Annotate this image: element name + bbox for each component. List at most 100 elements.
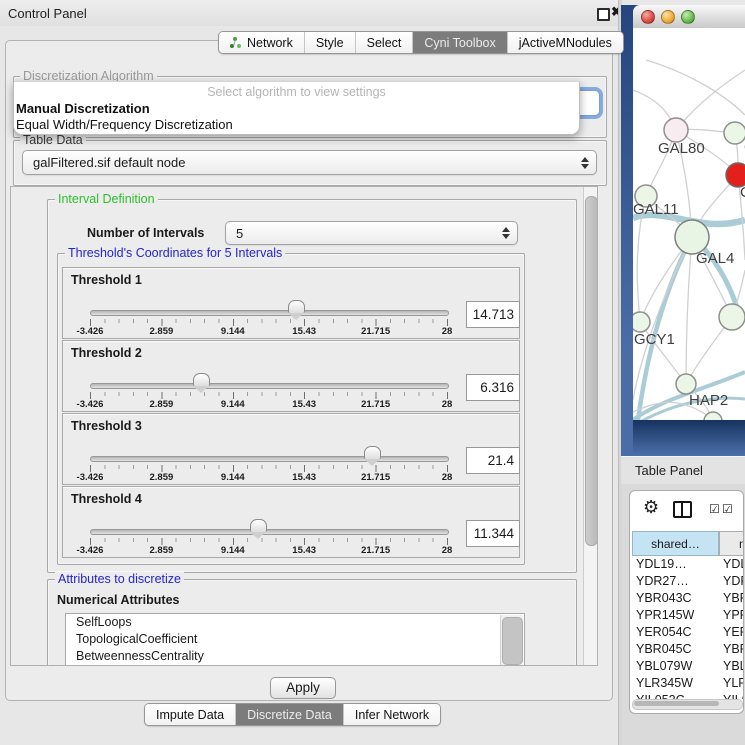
tab-cyni-toolbox[interactable]: Cyni Toolbox xyxy=(412,32,506,53)
gear-icon[interactable]: ⚙ xyxy=(643,497,659,518)
num-intervals-combo[interactable]: 5 xyxy=(225,221,518,245)
network-node-ga[interactable] xyxy=(724,122,745,144)
cell-shared-name[interactable]: YBL079W xyxy=(636,658,718,675)
table-scrollbar-thumb[interactable] xyxy=(634,701,719,706)
table-horizontal-scrollbar[interactable] xyxy=(632,699,743,710)
threshold-value-field[interactable]: 6.316 xyxy=(466,374,520,401)
slider-track[interactable] xyxy=(90,383,449,389)
tab-style[interactable]: Style xyxy=(304,32,355,53)
slider-thumb[interactable] xyxy=(364,446,381,459)
network-canvas[interactable]: GAL80GACGAL11GAL4GCY1HHAP2 xyxy=(633,28,745,420)
network-node-gcy1[interactable] xyxy=(633,312,650,332)
network-node-gal80[interactable] xyxy=(664,118,688,142)
slider-track[interactable] xyxy=(90,310,449,316)
threshold-value-field[interactable]: 11.344 xyxy=(466,520,520,547)
attributes-group-title: Attributes to discretize xyxy=(55,572,184,586)
table-row[interactable]: YBR045C YBR0 xyxy=(632,641,743,658)
cell-shared-name[interactable]: YPR145W xyxy=(636,607,718,624)
minimize-window-icon[interactable] xyxy=(661,10,675,24)
table-row[interactable]: YPR145W YPR1 xyxy=(632,607,743,624)
slider-scale: -3.4262.8599.14415.4321.71528 xyxy=(90,545,447,557)
network-view-window[interactable]: GAL80GACGAL11GAL4GCY1HHAP2 xyxy=(621,5,745,456)
network-node[interactable] xyxy=(704,412,722,420)
control-panel-tabs: NetworkStyle Select Cyni ToolboxjActiveMNo… xyxy=(218,31,624,54)
apply-button[interactable]: Apply xyxy=(270,677,336,699)
slider-thumb[interactable] xyxy=(288,300,305,313)
network-window-titlebar[interactable] xyxy=(633,5,745,29)
list-scrollbar-thumb[interactable] xyxy=(502,617,523,665)
attribute-item-topologicalcoefficient[interactable]: TopologicalCoefficient xyxy=(66,631,524,648)
column-header-name[interactable]: na xyxy=(719,531,744,556)
control-panel-titlebar xyxy=(0,0,618,26)
slider-track[interactable] xyxy=(90,456,449,462)
checkbox-icon[interactable]: ☑ xyxy=(709,502,720,516)
tick-label: 9.144 xyxy=(221,545,245,556)
slider-track[interactable] xyxy=(90,529,449,535)
settings-scrollbar-thumb[interactable] xyxy=(585,196,598,546)
network-node-hap2[interactable] xyxy=(676,374,696,394)
table-row[interactable]: YBR043C YBR0 xyxy=(632,590,743,607)
list-scrollbar[interactable] xyxy=(500,615,523,666)
cell-name[interactable]: YLR3 xyxy=(723,675,743,692)
tab-impute-data[interactable]: Impute Data xyxy=(145,704,235,725)
cell-shared-name[interactable]: YBR043C xyxy=(636,590,718,607)
split-view-icon[interactable] xyxy=(673,501,692,518)
float-panel-icon[interactable] xyxy=(597,8,610,21)
network-graph[interactable]: GAL80GACGAL11GAL4GCY1HHAP2 xyxy=(633,28,745,420)
slider-thumb[interactable] xyxy=(250,519,267,532)
cell-name[interactable]: YDL1 xyxy=(723,556,743,573)
tab-jactivemnodules[interactable]: jActiveMNodules xyxy=(507,32,623,53)
tab-discretize-data[interactable]: Discretize Data xyxy=(235,704,343,725)
threshold-value-field[interactable]: 21.4 xyxy=(466,447,520,474)
cell-shared-name[interactable]: YIL052C xyxy=(636,692,718,699)
tick-label: 9.144 xyxy=(221,472,245,483)
table-row[interactable]: YER054C YER0 xyxy=(632,624,743,641)
slider-thumb[interactable] xyxy=(193,373,210,386)
cell-shared-name[interactable]: YBR045C xyxy=(636,641,718,658)
cell-name[interactable]: YIL0 xyxy=(723,692,743,699)
num-intervals-label: Number of Intervals xyxy=(87,226,204,240)
threshold-row-3: Threshold 3 -3.4262.8599.14415.4321.7152… xyxy=(62,413,520,485)
tab-select[interactable]: Select xyxy=(355,32,413,53)
attribute-item-betweennesscentrality[interactable]: BetweennessCentrality xyxy=(66,648,524,665)
attributes-listbox[interactable]: SelfLoopsTopologicalCoefficientBetweenne… xyxy=(65,613,525,666)
tab-network[interactable]: Network xyxy=(219,32,304,53)
checkbox-icon[interactable]: ☑ xyxy=(722,502,733,516)
table-row[interactable]: YBL079W YBL0 xyxy=(632,658,743,675)
table-row[interactable]: YIL052C YIL0 xyxy=(632,692,743,699)
cell-name[interactable]: YBR0 xyxy=(723,590,743,607)
network-node-gal4[interactable] xyxy=(675,220,709,254)
cell-shared-name[interactable]: YER054C xyxy=(636,624,718,641)
table-row[interactable]: YDR27… YDR2 xyxy=(632,573,743,590)
zoom-window-icon[interactable] xyxy=(681,10,695,24)
tab-label: Infer Network xyxy=(355,708,429,722)
tick-label: 21.715 xyxy=(361,545,390,556)
slider-ticks xyxy=(90,465,448,472)
attribute-item-selfloops[interactable]: SelfLoops xyxy=(66,614,524,631)
tick-label: 2.859 xyxy=(150,399,174,410)
cell-name[interactable]: YER0 xyxy=(723,624,743,641)
node-label: C xyxy=(740,184,745,201)
close-window-icon[interactable] xyxy=(641,10,655,24)
tick-label: 15.43 xyxy=(292,472,316,483)
table-row[interactable]: YDL19… YDL1 xyxy=(632,556,743,573)
network-node-h[interactable] xyxy=(719,304,745,330)
tab-label: Select xyxy=(367,36,402,50)
algorithm-popup-list: Manual DiscretizationEqual Width/Frequen… xyxy=(16,101,581,133)
table-row[interactable]: YLR345W YLR3 xyxy=(632,675,743,692)
cell-shared-name[interactable]: YDR27… xyxy=(636,573,718,590)
cell-name[interactable]: YPR1 xyxy=(723,607,743,624)
algorithm-option-manual-discretization[interactable]: Manual Discretization xyxy=(16,101,581,117)
tab-infer-network[interactable]: Infer Network xyxy=(343,704,440,725)
slider-scale: -3.4262.8599.14415.4321.71528 xyxy=(90,399,447,411)
cell-name[interactable]: YDR2 xyxy=(723,573,743,590)
cell-shared-name[interactable]: YDL19… xyxy=(636,556,718,573)
cell-name[interactable]: YBR0 xyxy=(723,641,743,658)
cell-shared-name[interactable]: YLR345W xyxy=(636,675,718,692)
settings-scrollbar[interactable] xyxy=(583,187,598,665)
column-header-shared-name[interactable]: shared… xyxy=(632,531,719,556)
algorithm-option-equal-width-frequency-discretization[interactable]: Equal Width/Frequency Discretization xyxy=(16,117,581,133)
cell-name[interactable]: YBL0 xyxy=(723,658,743,675)
threshold-value-field[interactable]: 14.713 xyxy=(466,301,520,328)
table-data-combo[interactable]: galFiltered.sif default node xyxy=(22,150,597,175)
